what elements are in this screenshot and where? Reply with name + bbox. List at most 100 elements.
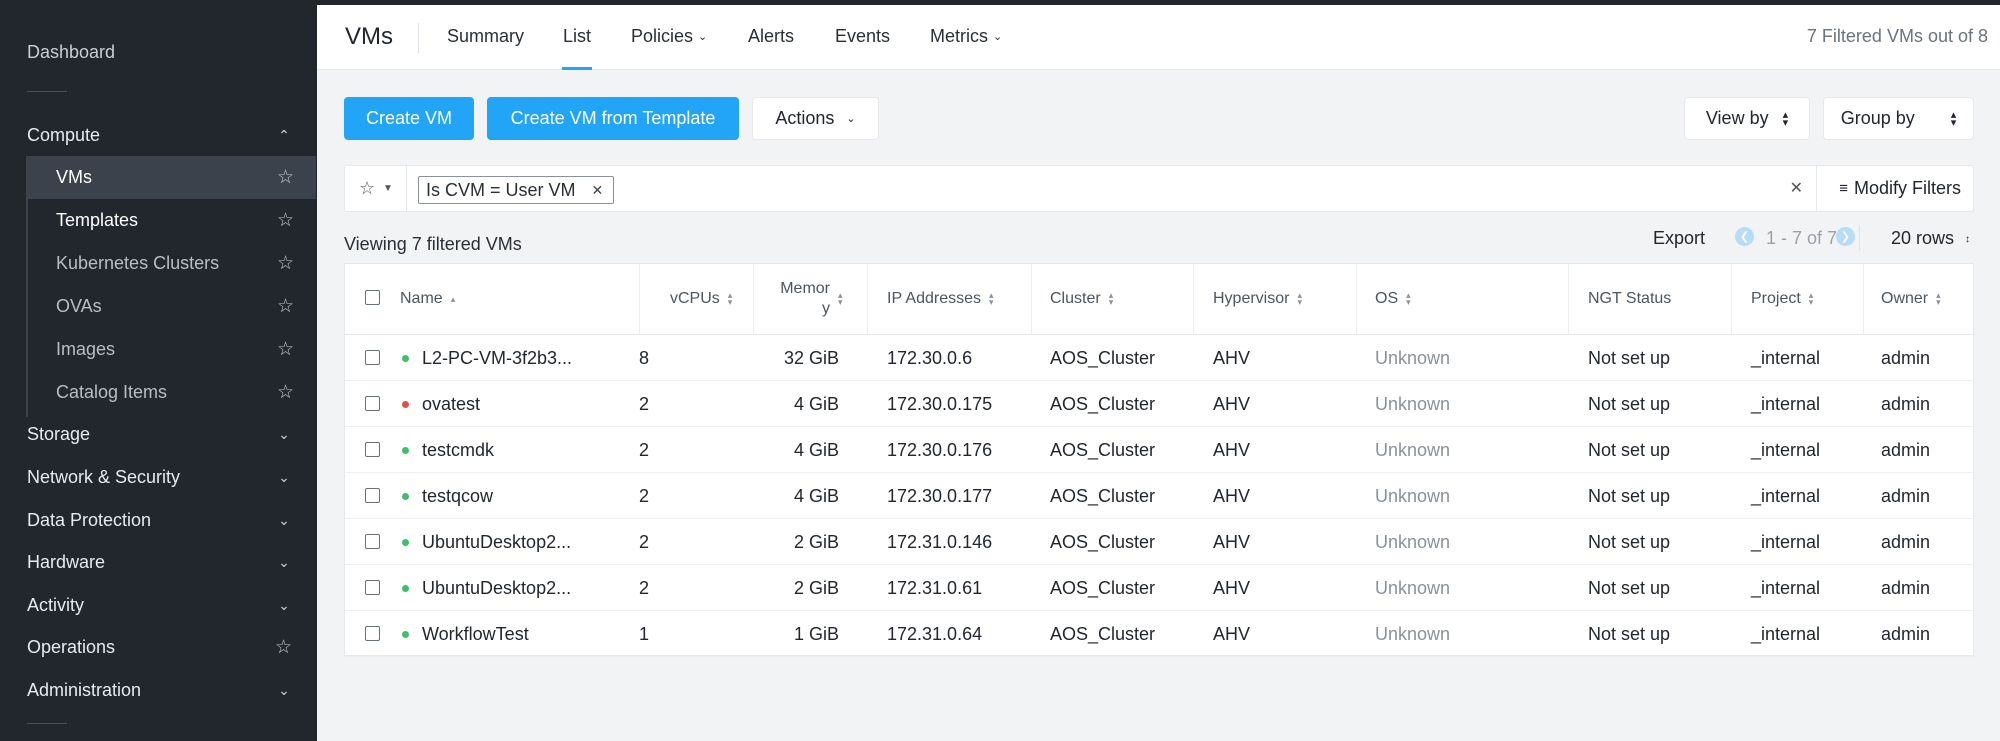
cluster-cell: AOS_Cluster bbox=[1050, 348, 1156, 368]
create-vm-button[interactable]: Create VM bbox=[344, 97, 474, 140]
vm-name-cell[interactable]: testqcow bbox=[422, 486, 493, 507]
sidebar-item-templates[interactable]: Templates ☆ bbox=[26, 199, 316, 242]
modify-filters-button[interactable]: ≡ Modify Filters bbox=[1839, 178, 1961, 199]
row-checkbox[interactable] bbox=[365, 350, 380, 365]
chevron-down-icon[interactable]: ▼ bbox=[383, 183, 393, 194]
sidebar-section-activity[interactable]: Activity ⌄ bbox=[27, 590, 292, 620]
star-icon[interactable]: ☆ bbox=[359, 178, 375, 199]
memory-cell: 4 GiB bbox=[793, 486, 839, 506]
sidebar-section-label: Activity bbox=[27, 594, 85, 615]
prev-page-icon[interactable]: ❮ bbox=[1735, 227, 1754, 246]
column-header-name[interactable]: Name ▴ bbox=[400, 264, 455, 334]
table-row[interactable]: UbuntuDesktop2... 2 2 GiB 172.31.0.61 AOS_Cl… bbox=[345, 565, 1975, 611]
vm-name-cell[interactable]: WorkflowTest bbox=[422, 624, 529, 645]
column-divider bbox=[1031, 264, 1032, 334]
column-header-os[interactable]: OS ▴ ▾ bbox=[1375, 264, 1411, 334]
tab-summary[interactable]: Summary bbox=[447, 26, 524, 47]
tab-events[interactable]: Events bbox=[835, 26, 890, 47]
tab-alerts[interactable]: Alerts bbox=[748, 26, 794, 47]
sidebar-item-images[interactable]: Images ☆ bbox=[26, 328, 316, 371]
tab-metrics[interactable]: Metrics ⌄ bbox=[930, 26, 1002, 47]
sidebar-item-catalog-items[interactable]: Catalog Items ☆ bbox=[26, 371, 316, 414]
sidebar-section-administration[interactable]: Administration ⌄ bbox=[27, 675, 292, 705]
ip-address-cell: 172.31.0.146 bbox=[887, 532, 993, 552]
column-header-project[interactable]: Project ▴ ▾ bbox=[1751, 264, 1813, 334]
sidebar-item-vms[interactable]: VMs ☆ bbox=[26, 156, 316, 199]
tab-label: Metrics bbox=[930, 26, 988, 46]
vcpus-cell: 8 bbox=[638, 348, 649, 368]
vcpus-cell: 2 bbox=[638, 394, 649, 414]
row-checkbox[interactable] bbox=[365, 488, 380, 503]
vm-name-cell[interactable]: UbuntuDesktop2... bbox=[422, 578, 571, 599]
row-checkbox[interactable] bbox=[365, 442, 380, 457]
sidebar-item-ovas[interactable]: OVAs ☆ bbox=[26, 285, 316, 328]
star-icon[interactable]: ☆ bbox=[275, 636, 292, 659]
power-status-icon bbox=[402, 631, 409, 638]
ip-address-cell: 172.31.0.61 bbox=[887, 578, 983, 598]
star-icon[interactable]: ☆ bbox=[277, 166, 294, 189]
vcpus-cell: 2 bbox=[638, 532, 649, 552]
filter-bar: ☆ ▼ Is CVM = User VM ✕ ✕ ≡ Modify Filter… bbox=[344, 165, 1974, 212]
ngt-status-cell: Not set up bbox=[1588, 394, 1671, 414]
cluster-cell: AOS_Cluster bbox=[1050, 440, 1156, 460]
export-button[interactable]: Export bbox=[1653, 228, 1705, 249]
row-checkbox[interactable] bbox=[365, 580, 380, 595]
vm-name-cell[interactable]: L2-PC-VM-3f2b3... bbox=[422, 348, 572, 369]
column-header-vcpus[interactable]: vCPUs ▴ ▾ bbox=[670, 264, 732, 334]
cluster-cell: AOS_Cluster bbox=[1050, 486, 1156, 506]
sort-icon: ▴ ▾ bbox=[1297, 290, 1302, 307]
sidebar-item-kubernetes-clusters[interactable]: Kubernetes Clusters ☆ bbox=[26, 242, 316, 285]
close-icon[interactable]: ✕ bbox=[592, 182, 604, 199]
chevron-down-icon: ⌄ bbox=[278, 681, 290, 698]
sidebar-item-label: Catalog Items bbox=[56, 382, 168, 402]
rows-per-page-select[interactable]: 20 rows ↕ bbox=[1891, 228, 1970, 249]
row-checkbox[interactable] bbox=[365, 626, 380, 641]
star-icon[interactable]: ☆ bbox=[277, 381, 294, 404]
clear-filters-icon[interactable]: ✕ bbox=[1790, 178, 1803, 198]
star-icon[interactable]: ☆ bbox=[277, 295, 294, 318]
sidebar-section-compute[interactable]: Compute ⌃ bbox=[27, 120, 292, 150]
row-checkbox[interactable] bbox=[365, 534, 380, 549]
column-header-label: OS bbox=[1375, 290, 1399, 307]
column-header-owner[interactable]: Owner ▴ ▾ bbox=[1881, 264, 1941, 334]
sidebar-section-storage[interactable]: Storage ⌄ bbox=[27, 419, 292, 449]
sort-icon: ▴ ▾ bbox=[838, 290, 843, 307]
row-checkbox[interactable] bbox=[365, 396, 380, 411]
chevron-down-icon: ⌄ bbox=[993, 31, 1003, 43]
star-icon[interactable]: ☆ bbox=[277, 252, 294, 275]
column-header-cluster[interactable]: Cluster ▴ ▾ bbox=[1050, 264, 1113, 334]
column-header-ngt-status[interactable]: NGT Status bbox=[1588, 264, 1671, 334]
star-icon[interactable]: ☆ bbox=[277, 209, 294, 232]
view-by-dropdown[interactable]: View by ▴ ▾ bbox=[1684, 97, 1810, 140]
column-header-ip-addresses[interactable]: IP Addresses ▴ ▾ bbox=[887, 264, 994, 334]
table-row[interactable]: testqcow 2 4 GiB 172.30.0.177 AOS_Cluster AHV… bbox=[345, 473, 1975, 519]
sidebar-section-network-security[interactable]: Network & Security ⌄ bbox=[27, 462, 292, 492]
vm-name-cell[interactable]: ovatest bbox=[422, 394, 480, 415]
column-header-hypervisor[interactable]: Hypervisor ▴ ▾ bbox=[1213, 264, 1302, 334]
actions-dropdown[interactable]: Actions ⌄ bbox=[752, 97, 879, 140]
sidebar-item-dashboard[interactable]: Dashboard bbox=[27, 42, 115, 63]
sort-icon: ▴ ▾ bbox=[1406, 290, 1411, 307]
table-row[interactable]: L2-PC-VM-3f2b3... 8 32 GiB 172.30.0.6 AOS_Cl… bbox=[345, 335, 1975, 381]
column-header-memory[interactable]: Memor y ▴ ▾ bbox=[775, 264, 855, 334]
group-by-dropdown[interactable]: Group by ▴ ▾ bbox=[1823, 97, 1974, 140]
vm-name-cell[interactable]: testcmdk bbox=[422, 440, 494, 461]
table-row[interactable]: WorkflowTest 1 1 GiB 172.31.0.64 AOS_Cluster… bbox=[345, 611, 1975, 657]
sidebar-section-hardware[interactable]: Hardware ⌄ bbox=[27, 547, 292, 577]
sidebar-section-operations[interactable]: Operations ☆ bbox=[27, 632, 292, 662]
table-row[interactable]: UbuntuDesktop2... 2 2 GiB 172.31.0.146 AOS_C… bbox=[345, 519, 1975, 565]
tab-policies[interactable]: Policies ⌄ bbox=[631, 26, 707, 47]
vm-name-cell[interactable]: UbuntuDesktop2... bbox=[422, 532, 571, 553]
table-row[interactable]: testcmdk 2 4 GiB 172.30.0.176 AOS_Cluster AHV… bbox=[345, 427, 1975, 473]
star-icon[interactable]: ☆ bbox=[277, 338, 294, 361]
table-row[interactable]: ovatest 2 4 GiB 172.30.0.175 AOS_Cluster AHV U… bbox=[345, 381, 1975, 427]
tab-list[interactable]: List bbox=[563, 26, 591, 47]
sidebar-item-label: Templates bbox=[56, 210, 139, 230]
create-vm-from-template-button[interactable]: Create VM from Template bbox=[487, 97, 739, 140]
sidebar-section-data-protection[interactable]: Data Protection ⌄ bbox=[27, 505, 292, 535]
chevron-down-icon: ⌄ bbox=[278, 553, 290, 570]
filter-chip[interactable]: Is CVM = User VM ✕ bbox=[418, 176, 615, 204]
next-page-icon[interactable]: ❯ bbox=[1836, 227, 1855, 246]
select-all-checkbox[interactable] bbox=[365, 290, 380, 305]
sidebar-item-label: VMs bbox=[56, 167, 92, 187]
